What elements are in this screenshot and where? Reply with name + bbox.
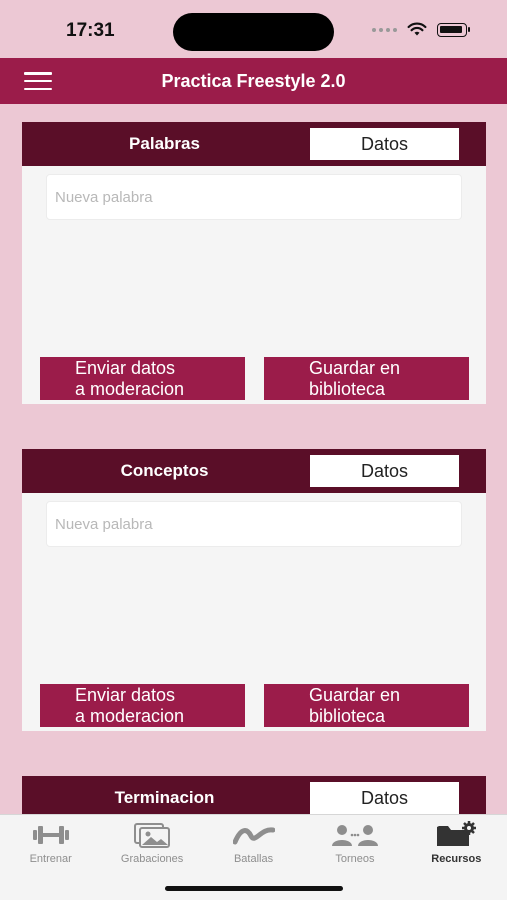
- tab-recursos[interactable]: Recursos: [406, 815, 507, 871]
- photos-icon: [133, 821, 171, 849]
- users-icon: [330, 821, 380, 849]
- battery-icon: [437, 22, 470, 37]
- dynamic-island: [173, 13, 334, 51]
- datos-button[interactable]: Datos: [310, 782, 459, 814]
- card-header: Terminacion Datos: [22, 776, 486, 814]
- tab-label: Entrenar: [29, 853, 72, 865]
- dumbbell-icon: [32, 821, 70, 849]
- card-palabras: Palabras Datos Enviar datos a moderacion…: [22, 122, 486, 404]
- card-header: Conceptos Datos: [22, 449, 486, 493]
- home-indicator: [165, 886, 343, 891]
- datos-button[interactable]: Datos: [310, 455, 459, 487]
- card-body: Enviar datos a moderacion Guardar en bib…: [22, 493, 486, 731]
- tab-label: Grabaciones: [120, 853, 184, 865]
- signal-icon: [372, 27, 397, 32]
- status-bar: 17:31: [0, 0, 507, 58]
- content-scroll[interactable]: Palabras Datos Enviar datos a moderacion…: [0, 104, 507, 814]
- status-time: 17:31: [66, 20, 115, 41]
- tab-grabaciones[interactable]: Grabaciones: [101, 815, 202, 871]
- card-title: Palabras: [129, 134, 200, 153]
- status-icons: [372, 22, 470, 37]
- card-title: Terminacion: [114, 788, 215, 807]
- tab-label: Batallas: [233, 853, 274, 865]
- tab-label: Recursos: [431, 853, 482, 865]
- tab-entrenar[interactable]: Entrenar: [0, 815, 101, 871]
- datos-button[interactable]: Datos: [310, 128, 459, 160]
- card-terminacion: Terminacion Datos: [22, 776, 486, 814]
- save-to-library-button[interactable]: Guardar en biblioteca: [264, 684, 469, 727]
- card-title: Conceptos: [120, 461, 209, 480]
- wave-icon: [232, 821, 275, 849]
- send-to-moderation-button[interactable]: Enviar datos a moderacion: [40, 357, 245, 400]
- new-word-input[interactable]: [46, 501, 462, 547]
- tab-torneos[interactable]: Torneos: [304, 815, 405, 871]
- send-to-moderation-button[interactable]: Enviar datos a moderacion: [40, 684, 245, 727]
- wifi-icon: [407, 22, 427, 36]
- folder-gear-icon: [435, 821, 477, 849]
- page-title: Practica Freestyle 2.0: [161, 70, 346, 91]
- card-body: Enviar datos a moderacion Guardar en bib…: [22, 166, 486, 404]
- card-conceptos: Conceptos Datos Enviar datos a moderacio…: [22, 449, 486, 731]
- app-header: Practica Freestyle 2.0: [0, 58, 507, 104]
- save-to-library-button[interactable]: Guardar en biblioteca: [264, 357, 469, 400]
- card-header: Palabras Datos: [22, 122, 486, 166]
- new-word-input[interactable]: [46, 174, 462, 220]
- tab-batallas[interactable]: Batallas: [203, 815, 304, 871]
- menu-icon[interactable]: [24, 72, 52, 90]
- tab-label: Torneos: [335, 853, 375, 865]
- tab-bar: Entrenar Grabaciones Batallas Torneos Re…: [0, 814, 507, 900]
